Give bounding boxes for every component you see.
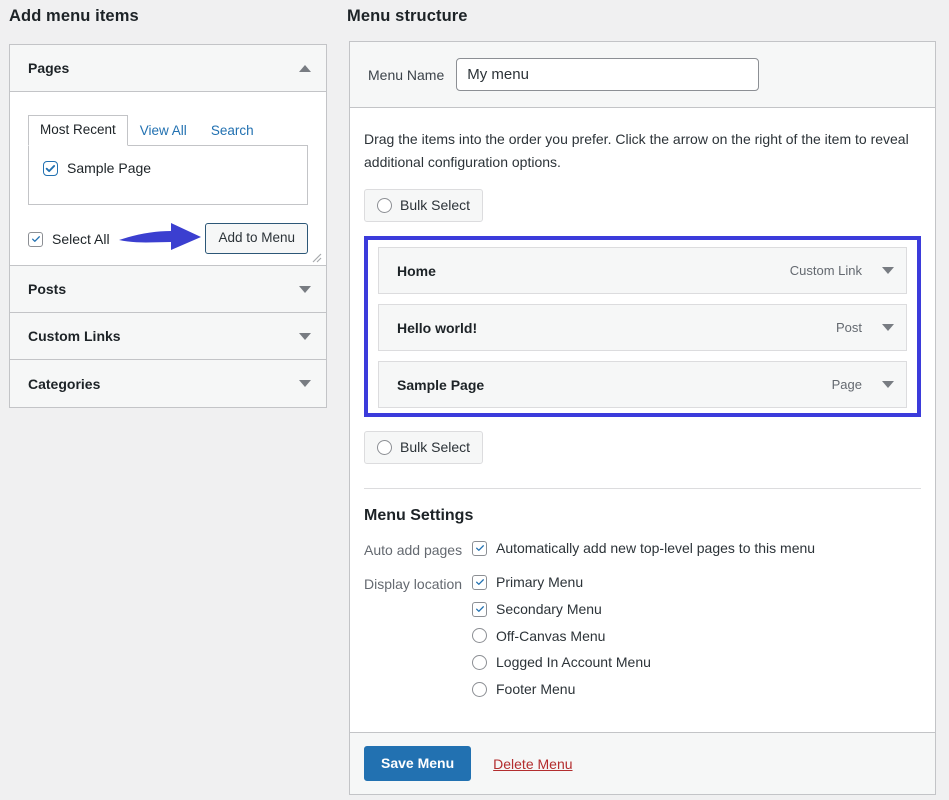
checkbox-unchecked-icon[interactable] <box>377 440 392 456</box>
menu-items-list-highlighted: Home Custom Link Hello world! Post Sampl… <box>364 236 921 418</box>
menu-actions-bar: Save Menu Delete Menu <box>350 731 935 795</box>
checkbox-unchecked-icon[interactable] <box>377 198 392 214</box>
display-location-option-off-canvas[interactable]: Off-Canvas Menu <box>472 628 651 645</box>
accordion-header-categories[interactable]: Categories <box>10 360 326 408</box>
delete-menu-link[interactable]: Delete Menu <box>493 756 572 772</box>
bulk-select-label: Bulk Select <box>400 197 471 214</box>
add-menu-items-panel: Pages Most Recent View All Search Sample… <box>9 44 327 409</box>
tab-view-all[interactable]: View All <box>128 116 199 146</box>
caret-down-icon[interactable] <box>882 267 894 275</box>
menu-item-title: Sample Page <box>397 376 485 393</box>
display-location-option-label: Footer Menu <box>496 681 576 698</box>
caret-down-icon[interactable] <box>299 285 311 293</box>
menu-item-type: Custom Link <box>789 263 862 279</box>
accordion-label-custom-links: Custom Links <box>28 328 121 345</box>
bulk-select-label: Bulk Select <box>400 439 471 456</box>
display-location-option-label: Primary Menu <box>496 573 584 590</box>
menu-item-title: Home <box>397 262 436 279</box>
accordion-header-pages[interactable]: Pages <box>10 45 326 92</box>
pages-panel-body: Most Recent View All Search Sample Page <box>10 92 326 267</box>
menu-name-label: Menu Name <box>368 66 445 83</box>
bulk-select-button-top[interactable]: Bulk Select <box>364 189 484 223</box>
menu-name-input[interactable] <box>456 58 760 91</box>
menu-settings-section: Menu Settings Auto add pages Automatical… <box>350 489 935 732</box>
select-all-label: Select All <box>52 231 110 248</box>
accordion-label-categories: Categories <box>28 375 101 392</box>
checkbox-unchecked-icon[interactable] <box>472 682 487 698</box>
add-to-menu-button[interactable]: Add to Menu <box>205 223 308 255</box>
auto-add-pages-option[interactable]: Automatically add new top-level pages to… <box>472 540 815 557</box>
drag-hint-text: Drag the items into the order you prefer… <box>364 131 909 170</box>
display-location-option-label: Secondary Menu <box>496 600 602 617</box>
checkbox-checked-icon[interactable] <box>472 574 487 590</box>
bulk-select-button-bottom[interactable]: Bulk Select <box>364 431 484 464</box>
menu-item-row[interactable]: Sample Page Page <box>378 361 907 409</box>
menu-structure-panel: Menu Name Drag the items into the order … <box>349 41 936 796</box>
pages-actions-row: Select All Add to Menu <box>28 223 308 255</box>
checkbox-checked-icon[interactable] <box>472 601 487 617</box>
bulk-select-bottom-wrap: Bulk Select <box>350 417 935 464</box>
checkbox-unchecked-icon[interactable] <box>472 655 487 671</box>
display-location-option-footer[interactable]: Footer Menu <box>472 681 651 698</box>
caret-up-icon[interactable] <box>299 64 311 72</box>
menu-item-type: Post <box>835 320 862 336</box>
pages-tabs: Most Recent View All Search <box>28 114 308 147</box>
checkbox-unchecked-icon[interactable] <box>472 628 487 644</box>
tab-most-recent[interactable]: Most Recent <box>28 115 128 147</box>
caret-down-icon[interactable] <box>299 380 311 388</box>
display-location-option-label: Logged In Account Menu <box>496 654 651 671</box>
checkbox-checked-icon[interactable] <box>472 540 487 556</box>
auto-add-pages-label: Auto add pages <box>364 541 463 558</box>
menu-settings-heading: Menu Settings <box>364 506 474 524</box>
accordion-header-custom-links[interactable]: Custom Links <box>10 313 326 361</box>
auto-add-pages-option-label: Automatically add new top-level pages to… <box>496 539 816 556</box>
resize-handle-icon[interactable] <box>308 249 322 263</box>
save-menu-button[interactable]: Save Menu <box>364 745 472 782</box>
display-location-option-label: Off-Canvas Menu <box>496 627 606 644</box>
setting-auto-add-pages: Auto add pages Automatically add new top… <box>364 539 921 561</box>
checkbox-checked-icon[interactable] <box>43 160 58 176</box>
tab-search[interactable]: Search <box>199 116 266 146</box>
display-location-label: Display location <box>364 575 463 592</box>
page-list-item-sample-page[interactable]: Sample Page <box>43 159 293 177</box>
display-location-option-logged-in-account[interactable]: Logged In Account Menu <box>472 654 651 671</box>
menu-name-row: Menu Name <box>350 42 935 108</box>
add-menu-items-title: Add menu items <box>9 7 139 25</box>
page-item-label: Sample Page <box>67 160 152 177</box>
display-location-option-secondary[interactable]: Secondary Menu <box>472 601 651 618</box>
accordion-label-pages: Pages <box>28 60 70 76</box>
menu-item-row[interactable]: Home Custom Link <box>378 247 907 295</box>
caret-down-icon[interactable] <box>882 381 894 389</box>
caret-down-icon[interactable] <box>299 332 311 340</box>
menu-item-type: Page <box>831 377 862 393</box>
pages-tab-panel: Sample Page <box>28 145 308 206</box>
menu-item-title: Hello world! <box>397 319 478 336</box>
accordion-label-posts: Posts <box>28 281 67 298</box>
accordion-header-posts[interactable]: Posts <box>10 266 326 314</box>
menu-item-row[interactable]: Hello world! Post <box>378 304 907 352</box>
display-location-option-primary[interactable]: Primary Menu <box>472 574 651 591</box>
checkbox-checked-icon[interactable] <box>28 231 43 247</box>
menus-admin-page: Add menu items Pages Most Recent View Al… <box>0 0 949 800</box>
menu-structure-body: Drag the items into the order you prefer… <box>350 108 935 418</box>
menu-structure-title: Menu structure <box>347 7 468 25</box>
caret-down-icon[interactable] <box>882 324 894 332</box>
select-all-control[interactable]: Select All <box>28 230 110 248</box>
setting-display-location: Display location Primary Menu Secondary … <box>364 573 921 698</box>
